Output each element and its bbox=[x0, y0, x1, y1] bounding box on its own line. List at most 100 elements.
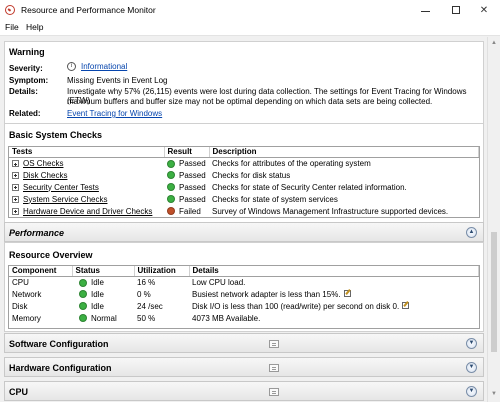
table-row: Memory Normal 50 % 4073 MB Available. bbox=[9, 312, 479, 324]
symptom-value: Missing Events in Event Log bbox=[67, 76, 168, 85]
col-details[interactable]: Details bbox=[189, 266, 479, 277]
hardware-configuration-title: Hardware Configuration bbox=[9, 363, 112, 373]
details-text: Busiest network adapter is less than 15%… bbox=[192, 289, 341, 299]
table-row: Disk Checks Passed Checks for disk statu… bbox=[9, 169, 479, 181]
result-text: Failed bbox=[179, 206, 201, 216]
warning-panel: Warning Severity: i Informational Symptom… bbox=[4, 41, 484, 124]
utilization-value: 50 % bbox=[137, 313, 156, 323]
status-dot-icon bbox=[79, 278, 87, 287]
description-text: Checks for state of system services bbox=[212, 194, 338, 204]
severity-link[interactable]: Informational bbox=[81, 62, 127, 71]
status-dot-icon bbox=[79, 290, 87, 299]
expand-icon[interactable] bbox=[12, 183, 19, 191]
scrollbar-thumb[interactable] bbox=[491, 232, 497, 352]
component-name: Network bbox=[12, 289, 42, 299]
col-tests[interactable]: Tests bbox=[9, 147, 165, 158]
status-dot-icon bbox=[79, 302, 87, 311]
expand-icon[interactable] bbox=[12, 160, 19, 168]
details-label: Details: bbox=[9, 87, 38, 96]
cpu-section-header[interactable]: CPU ▼ bbox=[4, 381, 484, 401]
utilization-value: 24 /sec bbox=[137, 301, 163, 311]
checks-title: Basic System Checks bbox=[9, 130, 103, 140]
status-text: Normal bbox=[91, 313, 117, 323]
report-content: Warning Severity: i Informational Symptom… bbox=[0, 37, 486, 402]
status-dot-icon bbox=[167, 183, 175, 192]
details-text: Disk I/O is less than 100 (read/write) p… bbox=[192, 301, 400, 311]
section-view-icon bbox=[269, 364, 279, 372]
software-configuration-title: Software Configuration bbox=[9, 339, 109, 349]
details-text: Low CPU load. bbox=[192, 277, 246, 287]
close-button[interactable]: ✕ bbox=[470, 0, 498, 20]
status-text: Idle bbox=[91, 277, 104, 287]
close-icon: ✕ bbox=[479, 4, 489, 16]
chevron-down-icon[interactable]: ▼ bbox=[466, 362, 477, 373]
result-text: Passed bbox=[179, 158, 206, 168]
col-utilization[interactable]: Utilization bbox=[134, 266, 190, 277]
resource-overview-panel: Resource Overview Component Status Utili… bbox=[4, 242, 484, 332]
utilization-value: 16 % bbox=[137, 277, 156, 287]
cpu-title: CPU bbox=[9, 387, 29, 397]
section-view-icon bbox=[269, 340, 279, 348]
status-dot-icon bbox=[167, 207, 175, 216]
menu-bar: File Help bbox=[0, 20, 500, 36]
status-dot-icon bbox=[79, 314, 87, 323]
related-label: Related: bbox=[9, 109, 41, 118]
table-row: Network Idle 0 % Busiest network adapter… bbox=[9, 288, 479, 300]
result-text: Passed bbox=[179, 182, 206, 192]
col-component[interactable]: Component bbox=[9, 266, 73, 277]
scroll-down-icon[interactable]: ▼ bbox=[491, 391, 497, 397]
hardware-configuration-header[interactable]: Hardware Configuration ▼ bbox=[4, 357, 484, 377]
table-row: Disk Idle 24 /sec Disk I/O is less than … bbox=[9, 300, 479, 312]
menu-help[interactable]: Help bbox=[26, 22, 43, 32]
component-name: Memory bbox=[12, 313, 41, 323]
table-row: Security Center Tests Passed Checks for … bbox=[9, 181, 479, 193]
col-result[interactable]: Result bbox=[164, 147, 210, 158]
col-status[interactable]: Status bbox=[72, 266, 135, 277]
window-title: Resource and Performance Monitor bbox=[21, 5, 156, 15]
maximize-button[interactable] bbox=[442, 0, 470, 20]
resource-overview-title: Resource Overview bbox=[9, 250, 93, 260]
description-text: Checks for disk status bbox=[212, 170, 291, 180]
test-link[interactable]: Hardware Device and Driver Checks bbox=[23, 207, 152, 216]
chevron-down-icon[interactable]: ▼ bbox=[466, 338, 477, 349]
checks-header-row: Tests Result Description bbox=[9, 147, 479, 158]
severity-label: Severity: bbox=[9, 64, 43, 73]
description-text: Checks for attributes of the operating s… bbox=[212, 158, 371, 168]
edit-icon[interactable] bbox=[402, 301, 410, 309]
details-text: 4073 MB Available. bbox=[192, 313, 261, 323]
expand-icon[interactable] bbox=[12, 207, 19, 215]
table-row: System Service Checks Passed Checks for … bbox=[9, 193, 479, 205]
warning-title: Warning bbox=[9, 47, 45, 57]
title-bar: Resource and Performance Monitor ✕ bbox=[0, 0, 500, 20]
test-link[interactable]: Security Center Tests bbox=[23, 183, 99, 192]
symptom-label: Symptom: bbox=[9, 76, 49, 85]
performance-section-header[interactable]: Performance ▲ bbox=[4, 222, 484, 242]
scroll-up-icon[interactable]: ▲ bbox=[491, 40, 497, 46]
status-dot-icon bbox=[167, 195, 175, 204]
related-link[interactable]: Event Tracing for Windows bbox=[67, 109, 162, 118]
status-dot-icon bbox=[167, 159, 175, 168]
performance-title: Performance bbox=[9, 228, 65, 238]
details-line-2: maximum buffers and buffer size may not … bbox=[67, 97, 433, 106]
vertical-scrollbar[interactable]: ▲ ▼ bbox=[487, 37, 500, 402]
chevron-down-icon[interactable]: ▼ bbox=[466, 386, 477, 397]
col-description[interactable]: Description bbox=[209, 147, 479, 158]
edit-icon[interactable] bbox=[343, 289, 351, 297]
result-text: Passed bbox=[179, 194, 206, 204]
expand-icon[interactable] bbox=[12, 195, 19, 203]
resource-table: Component Status Utilization Details CPU… bbox=[8, 265, 480, 329]
test-link[interactable]: System Service Checks bbox=[23, 195, 107, 204]
table-row: OS Checks Passed Checks for attributes o… bbox=[9, 157, 479, 169]
result-text: Passed bbox=[179, 170, 206, 180]
menu-file[interactable]: File bbox=[5, 22, 19, 32]
test-link[interactable]: Disk Checks bbox=[23, 171, 67, 180]
minimize-button[interactable] bbox=[411, 0, 439, 20]
test-link[interactable]: OS Checks bbox=[23, 159, 63, 168]
table-row: CPU Idle 16 % Low CPU load. bbox=[9, 276, 479, 288]
status-text: Idle bbox=[91, 301, 104, 311]
expand-icon[interactable] bbox=[12, 171, 19, 179]
table-row: Hardware Device and Driver Checks Failed… bbox=[9, 205, 479, 217]
chevron-up-icon[interactable]: ▲ bbox=[466, 227, 477, 238]
resource-monitor-icon bbox=[5, 5, 15, 15]
software-configuration-header[interactable]: Software Configuration ▼ bbox=[4, 333, 484, 353]
